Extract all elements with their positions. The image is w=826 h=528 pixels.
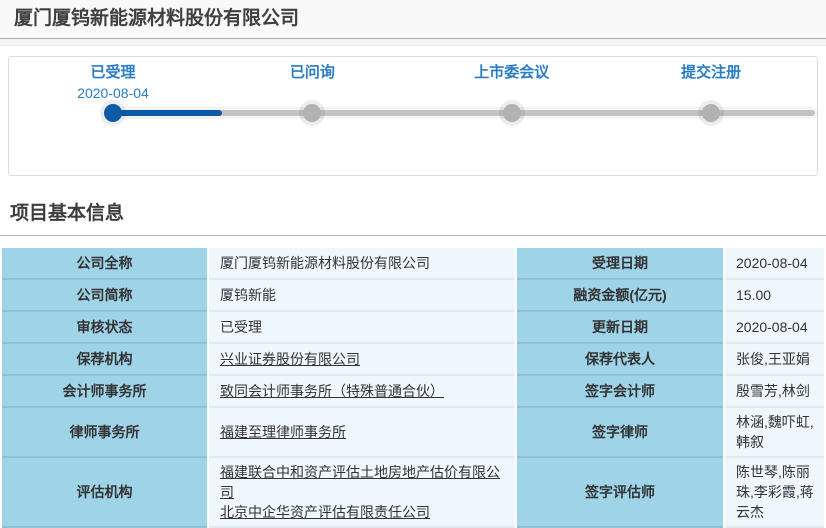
info-label: 审核状态 <box>2 312 207 344</box>
info-label: 受理日期 <box>517 248 723 280</box>
info-value: 15.00 <box>725 280 824 312</box>
stage-dot-active <box>104 104 122 122</box>
header-divider <box>0 39 826 46</box>
info-value: 殷雪芳,林剑 <box>725 376 824 408</box>
page-header: 厦门厦钨新能源材料股份有限公司 <box>0 0 826 39</box>
info-label: 签字律师 <box>517 408 723 458</box>
info-table: 公司全称厦门厦钨新能源材料股份有限公司受理日期2020-08-04 公司简称厦钨新… <box>2 248 824 528</box>
info-value: 厦钨新能 <box>209 280 515 312</box>
info-label: 律师事务所 <box>2 408 207 458</box>
info-link[interactable]: 致同会计师事务所（特殊普通合伙） <box>220 381 444 401</box>
info-label: 签字评估师 <box>517 458 723 528</box>
page-title: 厦门厦钨新能源材料股份有限公司 <box>14 8 812 30</box>
info-value: 福建至理律师事务所 <box>209 408 515 458</box>
info-value: 张俊,王亚娟 <box>725 344 824 376</box>
info-value: 2020-08-04 <box>725 248 824 280</box>
timeline-box: 已受理 2020-08-04 已问询 上市委会议 提交注册 <box>8 56 818 176</box>
info-link[interactable]: 北京中企华资产评估有限责任公司 <box>220 502 430 522</box>
stage-dot <box>303 104 321 122</box>
info-link[interactable]: 福建至理律师事务所 <box>220 422 346 442</box>
info-label: 公司简称 <box>2 280 207 312</box>
stage-label: 上市委会议 <box>437 64 587 82</box>
info-value: 厦门厦钨新能源材料股份有限公司 <box>209 248 515 280</box>
info-label: 评估机构 <box>2 458 207 528</box>
stage-label: 已受理 <box>38 64 188 82</box>
info-value: 2020-08-04 <box>725 312 824 344</box>
info-label: 更新日期 <box>517 312 723 344</box>
info-value: 致同会计师事务所（特殊普通合伙） <box>209 376 515 408</box>
stage-label: 已问询 <box>237 64 387 82</box>
info-label: 保荐机构 <box>2 344 207 376</box>
info-label: 会计师事务所 <box>2 376 207 408</box>
info-value: 福建联合中和资产评估土地房地产估价有限公司北京中企华资产评估有限责任公司 <box>209 458 515 528</box>
info-value: 陈世琴,陈丽珠,李彩霞,蒋云杰 <box>725 458 824 528</box>
info-label: 保荐代表人 <box>517 344 723 376</box>
timeline-stage: 提交注册 <box>636 64 786 82</box>
info-link[interactable]: 福建联合中和资产评估土地房地产估价有限公司 <box>220 462 507 502</box>
stage-dot <box>503 104 521 122</box>
info-value: 兴业证券股份有限公司 <box>209 344 515 376</box>
info-value: 林涵,魏吓虹,韩叙 <box>725 408 824 458</box>
timeline-stage: 已受理 2020-08-04 <box>38 64 188 101</box>
stage-date: 2020-08-04 <box>38 85 188 101</box>
info-label: 签字会计师 <box>517 376 723 408</box>
section-title: 项目基本信息 <box>0 190 826 236</box>
stage-dot <box>702 104 720 122</box>
timeline-progress <box>113 110 222 116</box>
info-value: 已受理 <box>209 312 515 344</box>
stage-label: 提交注册 <box>636 64 786 82</box>
info-label: 融资金额(亿元) <box>517 280 723 312</box>
timeline-stage: 已问询 <box>237 64 387 82</box>
info-label: 公司全称 <box>2 248 207 280</box>
info-link[interactable]: 兴业证券股份有限公司 <box>220 349 360 369</box>
timeline-stage: 上市委会议 <box>437 64 587 82</box>
